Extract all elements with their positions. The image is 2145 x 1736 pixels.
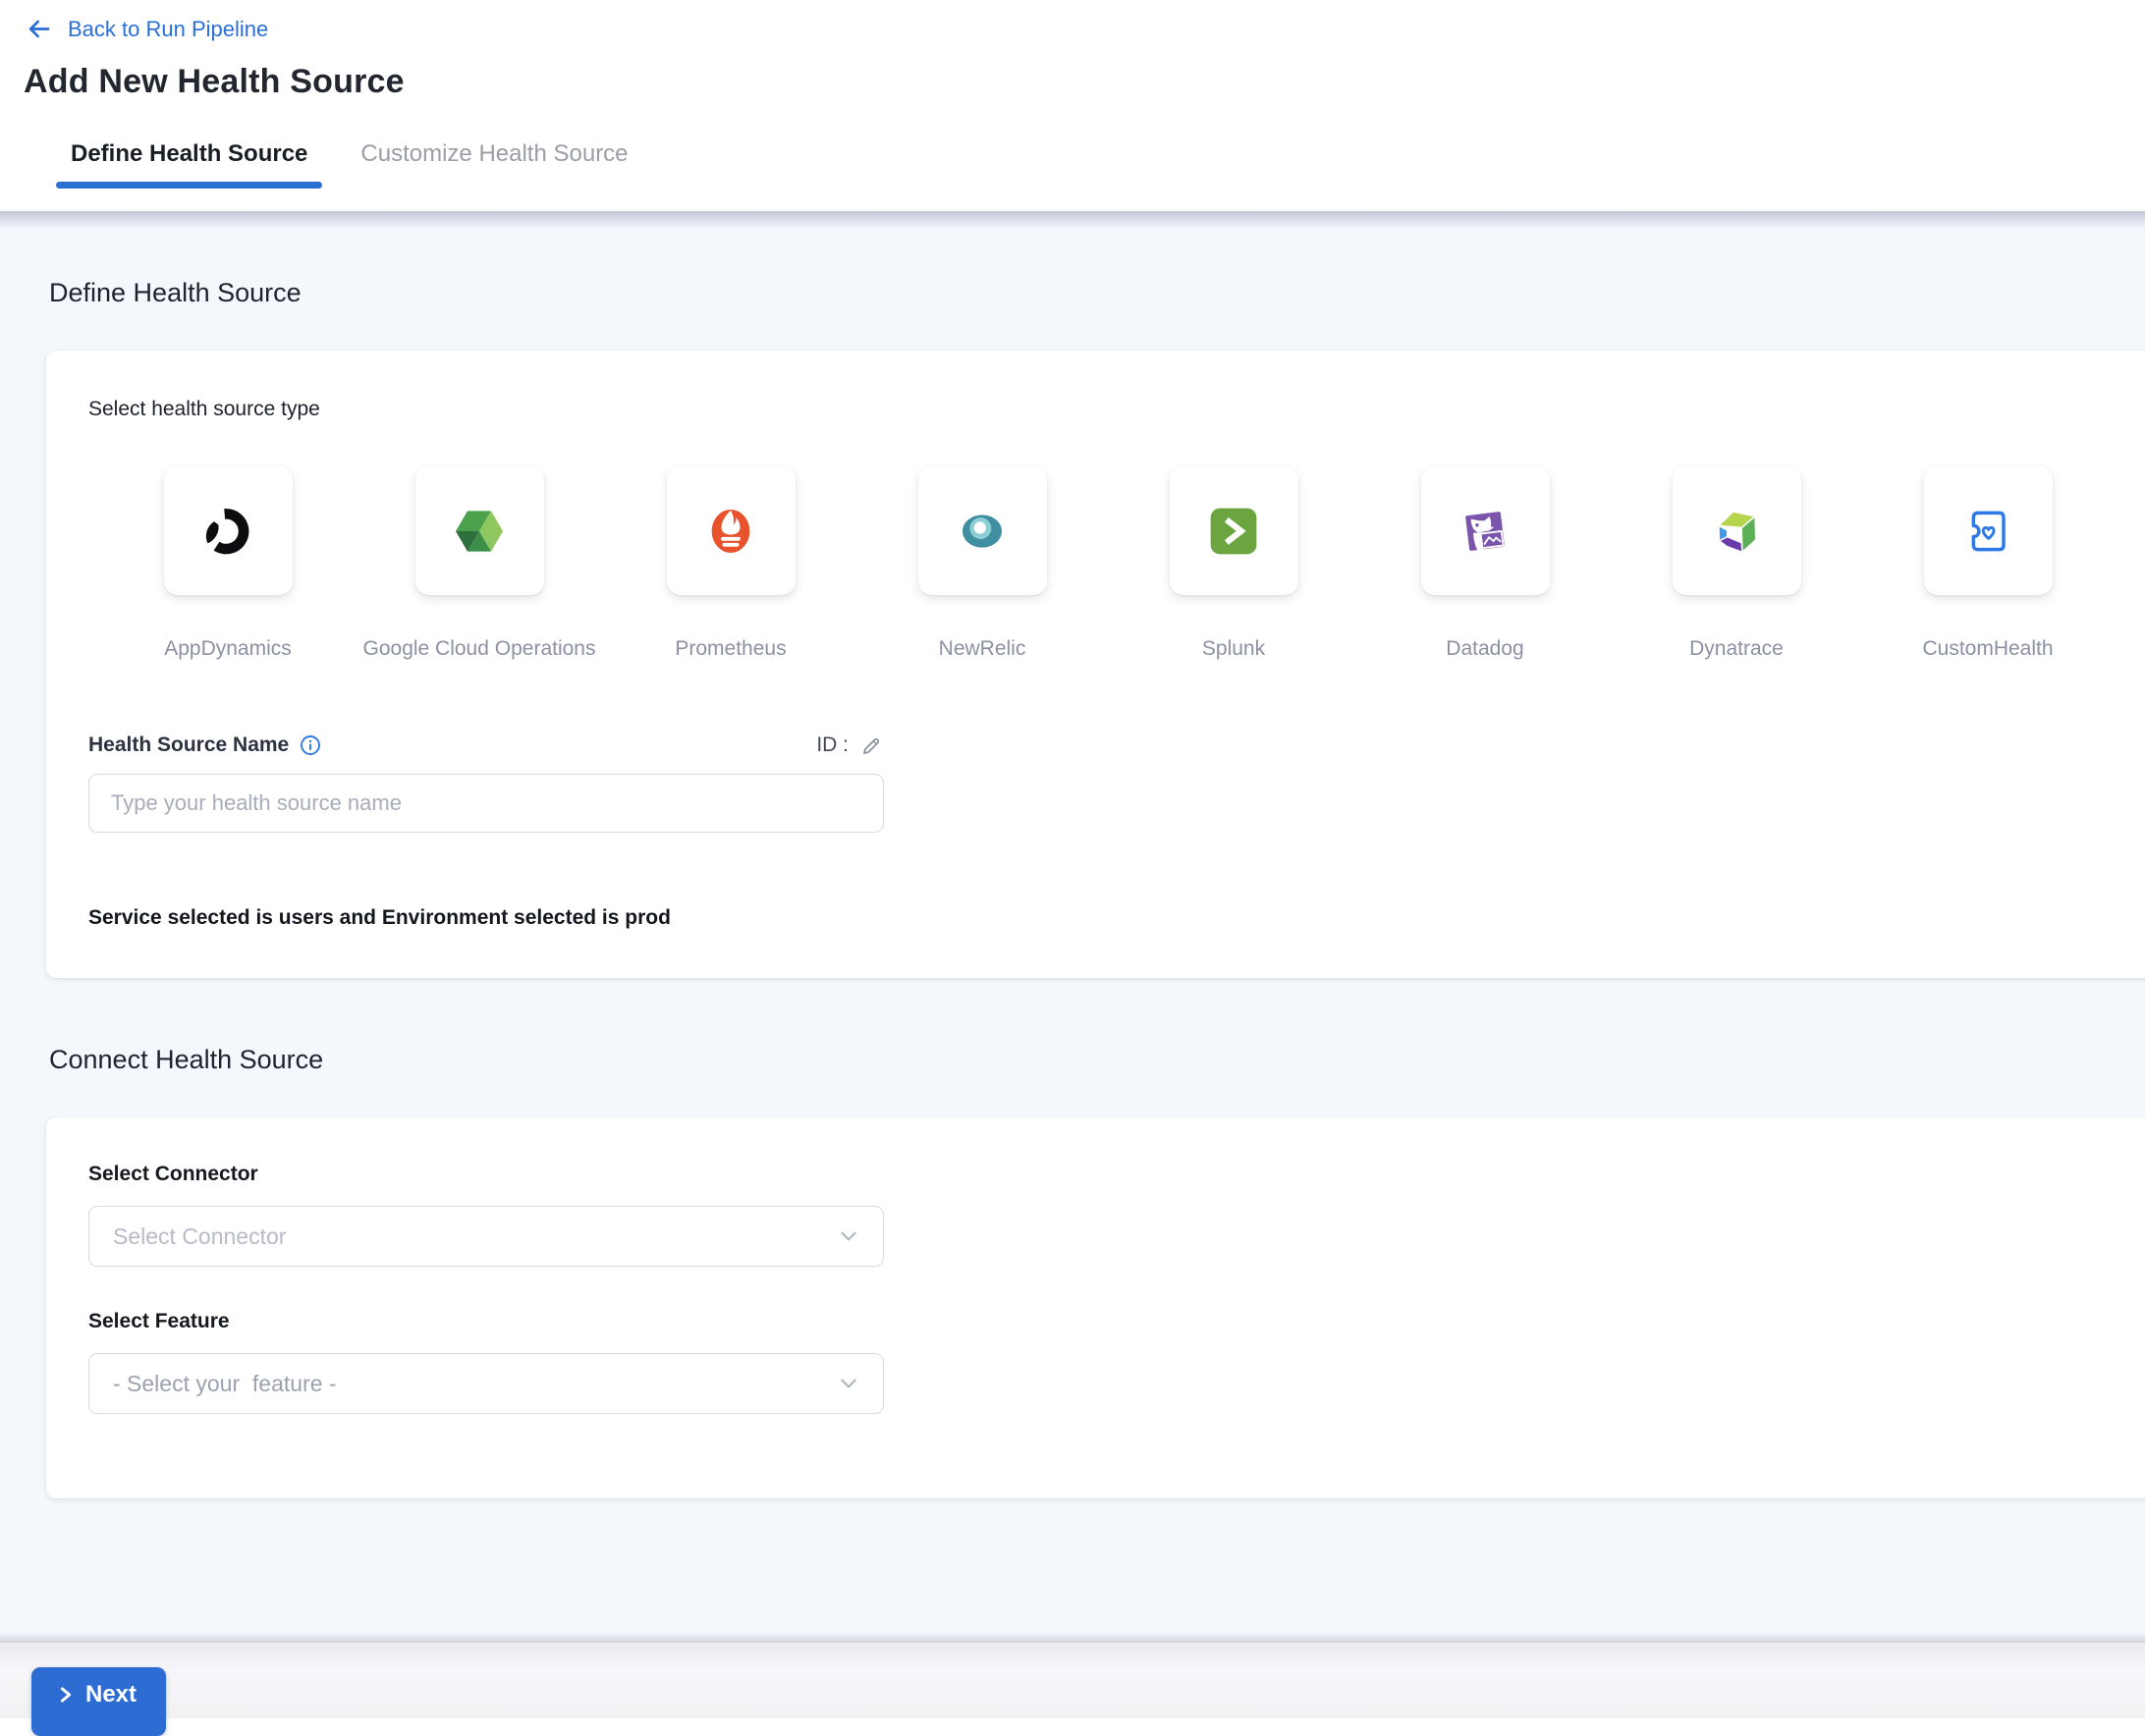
chevron-down-icon (838, 1225, 859, 1247)
health-source-name-text: Health Source Name (88, 732, 289, 758)
next-button[interactable]: Next (31, 1667, 166, 1736)
connector-select[interactable]: Select Connector (88, 1206, 884, 1267)
select-feature-label: Select Feature (88, 1310, 2145, 1333)
prometheus-icon (699, 500, 762, 563)
google-cloud-operations-icon (448, 500, 511, 563)
source-type-tile-prometheus[interactable] (667, 466, 796, 595)
connect-section-heading: Connect Health Source (0, 978, 2145, 1076)
source-type-option: Datadog (1359, 466, 1611, 662)
customhealth-icon (1956, 500, 2019, 563)
tab-define-health-source[interactable]: Define Health Source (71, 140, 307, 191)
health-source-name-label: Health Source Name (88, 732, 321, 758)
name-row: Health Source Name ID : (88, 732, 884, 758)
health-source-name-input[interactable] (88, 774, 884, 833)
source-type-tile-splunk[interactable] (1170, 466, 1298, 595)
source-type-label-prometheus: Prometheus (675, 636, 786, 662)
tab-define-label: Define Health Source (71, 140, 307, 167)
footer-bar: Next (0, 1642, 2145, 1718)
feature-select[interactable]: - Select your feature - (88, 1353, 884, 1414)
source-type-label-google-cloud-operations: Google Cloud Operations (363, 636, 596, 662)
connect-health-source-card: Select Connector Select Connector Select… (46, 1117, 2145, 1498)
source-type-label-appdynamics: AppDynamics (164, 636, 292, 662)
source-type-tile-appdynamics[interactable] (164, 466, 293, 595)
newrelic-icon (951, 500, 1014, 563)
back-arrow-icon (26, 16, 52, 42)
back-link-label: Back to Run Pipeline (68, 17, 268, 42)
appdynamics-icon (196, 500, 259, 563)
tab-bar: Define Health Source Customize Health So… (26, 101, 2145, 191)
service-environment-note: Service selected is users and Environmen… (88, 905, 2145, 931)
define-health-source-card: Select health source type AppDynamics Go… (46, 351, 2145, 978)
define-section-heading: Define Health Source (0, 211, 2145, 309)
source-type-option: Prometheus (605, 466, 856, 662)
id-group: ID : (816, 732, 884, 758)
source-type-option: AppDynamics (102, 466, 354, 662)
select-connector-label: Select Connector (88, 1163, 2145, 1186)
source-type-tile-datadog[interactable] (1421, 466, 1550, 595)
source-type-option: Splunk (1108, 466, 1359, 662)
source-type-option: CustomHealth (1862, 466, 2114, 662)
source-type-label-dynatrace: Dynatrace (1689, 636, 1784, 662)
datadog-icon (1454, 500, 1516, 563)
tab-customize-health-source[interactable]: Customize Health Source (360, 140, 628, 191)
info-icon[interactable] (300, 734, 321, 756)
main-content: Define Health Source Select health sourc… (0, 211, 2145, 1642)
tab-customize-label: Customize Health Source (360, 140, 628, 167)
next-button-label: Next (85, 1681, 137, 1709)
page-header: Back to Run Pipeline Add New Health Sour… (0, 0, 2145, 211)
active-tab-underline (56, 182, 322, 189)
source-type-list: AppDynamics Google Cloud Operations Prom… (102, 466, 2145, 662)
connector-select-placeholder: Select Connector (113, 1223, 286, 1250)
select-type-label: Select health source type (88, 398, 2145, 421)
source-type-tile-customhealth[interactable] (1924, 466, 2053, 595)
id-label: ID : (816, 732, 849, 758)
splunk-icon (1202, 500, 1265, 563)
source-type-tile-google-cloud-operations[interactable] (415, 466, 544, 595)
source-type-tile-newrelic[interactable] (918, 466, 1047, 595)
dynatrace-icon (1705, 500, 1768, 563)
source-type-option: NewRelic (856, 466, 1108, 662)
page-title: Add New Health Source (24, 63, 2145, 101)
source-type-label-datadog: Datadog (1446, 636, 1523, 662)
chevron-down-icon (838, 1373, 859, 1394)
feature-select-placeholder: - Select your feature - (113, 1371, 337, 1397)
source-type-label-splunk: Splunk (1202, 636, 1265, 662)
source-type-label-customhealth: CustomHealth (1922, 636, 2053, 662)
chevron-right-icon (57, 1686, 75, 1704)
source-type-option: Dynatrace (1611, 466, 1862, 662)
edit-id-pencil-icon[interactable] (860, 733, 884, 757)
back-link[interactable]: Back to Run Pipeline (26, 16, 268, 42)
source-type-label-newrelic: NewRelic (939, 636, 1026, 662)
source-type-tile-dynatrace[interactable] (1673, 466, 1801, 595)
source-type-option: Google Cloud Operations (354, 466, 605, 662)
